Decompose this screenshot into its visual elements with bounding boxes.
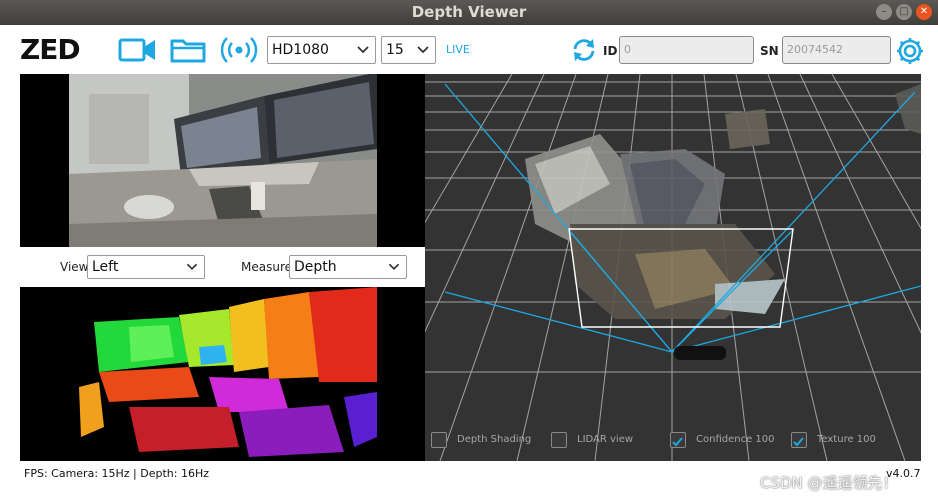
sn-label: SN: [760, 44, 779, 58]
left-panel: View Left Measure Depth: [20, 74, 425, 461]
camera-image: [69, 74, 377, 247]
refresh-icon[interactable]: [570, 37, 598, 63]
toolbar: ZED HD1080 15 LIVE ID 0 SN 20074542: [0, 25, 938, 73]
view-controls: View Left Measure Depth: [20, 247, 425, 287]
live-indicator: LIVE: [446, 43, 470, 56]
close-button[interactable]: ✕: [916, 4, 932, 20]
measure-label: Measure: [241, 260, 292, 274]
resolution-value: HD1080: [272, 42, 329, 58]
sn-field[interactable]: 20074542: [782, 36, 891, 64]
measure-select[interactable]: Depth: [289, 255, 407, 279]
chevron-down-icon: [388, 263, 400, 271]
gear-icon[interactable]: [895, 36, 925, 66]
measure-value: Depth: [294, 259, 337, 275]
lidar-view-option[interactable]: LIDAR view: [551, 432, 641, 450]
texture-label: Texture 100: [817, 434, 876, 445]
chevron-down-icon: [417, 46, 429, 54]
checkmark-icon: [793, 437, 804, 447]
fps-status: FPS: Camera: 15Hz | Depth: 16Hz: [24, 467, 210, 480]
lidar-view-checkbox[interactable]: [551, 432, 567, 448]
depth-view: [20, 287, 425, 461]
confidence-checkbox[interactable]: [670, 432, 686, 448]
resolution-select[interactable]: HD1080: [267, 36, 376, 64]
fps-value: 15: [386, 42, 404, 58]
id-field[interactable]: 0: [619, 36, 754, 64]
folder-icon[interactable]: [170, 36, 206, 64]
watermark: CSDN @遥遥领先！: [760, 474, 898, 492]
chevron-down-icon: [186, 263, 198, 271]
view-select[interactable]: Left: [87, 255, 205, 279]
title-bar: Depth Viewer – □ ✕: [0, 0, 938, 25]
chevron-down-icon: [357, 46, 369, 54]
minimize-button[interactable]: –: [876, 4, 892, 20]
maximize-button[interactable]: □: [896, 4, 912, 20]
confidence-label: Confidence 100: [696, 434, 775, 445]
confidence-option[interactable]: Confidence 100: [670, 432, 780, 450]
stream-broadcast-icon[interactable]: [219, 34, 259, 66]
video-camera-icon[interactable]: [118, 37, 158, 63]
id-label: ID: [603, 44, 618, 58]
fps-select[interactable]: 15: [381, 36, 436, 64]
zed-logo: ZED: [20, 33, 81, 66]
lidar-view-label: LIDAR view: [577, 434, 634, 445]
texture-option[interactable]: Texture 100: [791, 432, 891, 450]
3d-grid-scene: [425, 74, 921, 461]
view-label: View: [60, 260, 89, 274]
depth-shading-option[interactable]: Depth Shading: [431, 432, 541, 450]
depth-shading-label: Depth Shading: [457, 434, 532, 445]
view-value: Left: [92, 259, 119, 275]
checkmark-icon: [672, 437, 683, 447]
texture-checkbox[interactable]: [791, 432, 807, 448]
point-cloud-view[interactable]: Depth Shading LIDAR view Confidence 100 …: [425, 74, 921, 461]
depth-shading-checkbox[interactable]: [431, 432, 447, 448]
camera-model: [674, 346, 726, 360]
depth-map-image: [69, 287, 377, 461]
window-title: Depth Viewer: [411, 3, 527, 21]
camera-view: [20, 74, 425, 247]
